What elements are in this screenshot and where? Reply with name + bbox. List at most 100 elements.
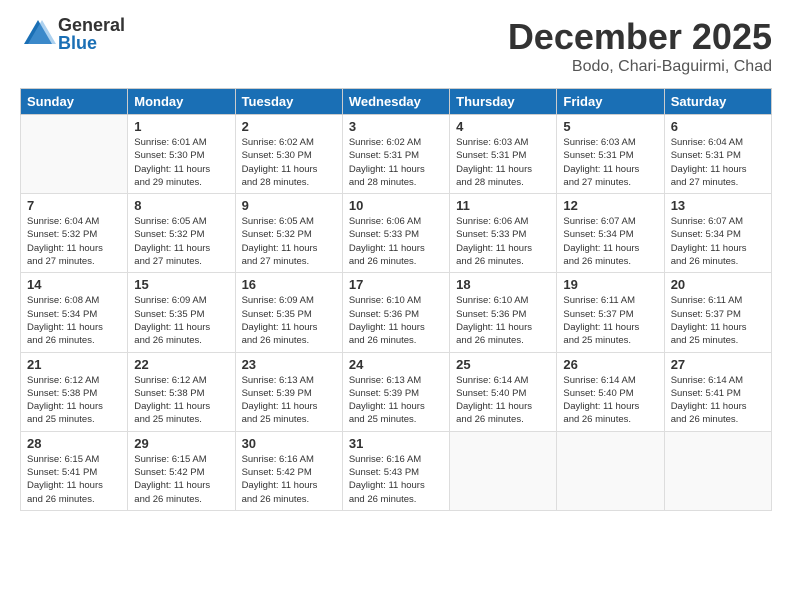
col-header-sunday: Sunday <box>21 89 128 115</box>
calendar-cell: 1 Sunrise: 6:01 AMSunset: 5:30 PMDaylight… <box>128 115 235 194</box>
day-number: 4 <box>456 119 550 134</box>
day-info: Sunrise: 6:16 AMSunset: 5:42 PMDaylight:… <box>242 454 318 505</box>
day-number: 6 <box>671 119 765 134</box>
calendar-table: SundayMondayTuesdayWednesdayThursdayFrid… <box>20 88 772 511</box>
day-number: 30 <box>242 436 336 451</box>
calendar-cell: 22Sunrise: 6:12 AMSunset: 5:38 PMDayligh… <box>128 352 235 431</box>
calendar-cell: 21 Sunrise: 6:12 AMSunset: 5:38 PMDayligh… <box>21 352 128 431</box>
day-number: 2 <box>242 119 336 134</box>
calendar-cell: 3 Sunrise: 6:02 AMSunset: 5:31 PMDaylight… <box>342 115 449 194</box>
day-info: Sunrise: 6:06 AMSunset: 5:33 PMDaylight:… <box>456 216 532 267</box>
calendar-cell: 5 Sunrise: 6:03 AMSunset: 5:31 PMDaylight… <box>557 115 664 194</box>
day-number: 21 <box>27 357 121 372</box>
sub-title: Bodo, Chari-Baguirmi, Chad <box>508 58 772 76</box>
calendar-cell <box>450 431 557 510</box>
calendar-cell <box>21 115 128 194</box>
day-info: Sunrise: 6:13 AMSunset: 5:39 PMDaylight:… <box>242 375 318 426</box>
calendar-cell: 25 Sunrise: 6:14 AMSunset: 5:40 PMDayligh… <box>450 352 557 431</box>
calendar-cell: 19 Sunrise: 6:11 AMSunset: 5:37 PMDayligh… <box>557 273 664 352</box>
logo: General Blue <box>20 16 125 52</box>
day-info: Sunrise: 6:05 AMSunset: 5:32 PMDaylight:… <box>242 216 318 267</box>
calendar-cell: 7Sunrise: 6:04 AMSunset: 5:32 PMDaylight… <box>21 194 128 273</box>
logo-label: General Blue <box>58 16 125 52</box>
day-info: Sunrise: 6:01 AMSunset: 5:30 PMDaylight:… <box>134 137 210 188</box>
calendar-cell: 20 Sunrise: 6:11 AMSunset: 5:37 PMDayligh… <box>664 273 771 352</box>
day-info: Sunrise: 6:11 AMSunset: 5:37 PMDaylight:… <box>563 295 639 346</box>
day-info: Sunrise: 6:14 AMSunset: 5:40 PMDaylight:… <box>563 375 639 426</box>
day-number: 24 <box>349 357 443 372</box>
calendar-week-1: 1 Sunrise: 6:01 AMSunset: 5:30 PMDaylight… <box>21 115 772 194</box>
day-number: 23 <box>242 357 336 372</box>
calendar-cell: 11 Sunrise: 6:06 AMSunset: 5:33 PMDayligh… <box>450 194 557 273</box>
calendar-cell: 27 Sunrise: 6:14 AMSunset: 5:41 PMDayligh… <box>664 352 771 431</box>
calendar-header-row: SundayMondayTuesdayWednesdayThursdayFrid… <box>21 89 772 115</box>
day-number: 1 <box>134 119 228 134</box>
calendar-week-3: 14 Sunrise: 6:08 AMSunset: 5:34 PMDayligh… <box>21 273 772 352</box>
calendar-cell: 12 Sunrise: 6:07 AMSunset: 5:34 PMDayligh… <box>557 194 664 273</box>
day-info: Sunrise: 6:03 AMSunset: 5:31 PMDaylight:… <box>563 137 639 188</box>
day-number: 25 <box>456 357 550 372</box>
day-info: Sunrise: 6:12 AMSunset: 5:38 PMDaylight:… <box>27 375 103 426</box>
col-header-thursday: Thursday <box>450 89 557 115</box>
day-info: Sunrise: 6:11 AMSunset: 5:37 PMDaylight:… <box>671 295 747 346</box>
day-info: Sunrise: 6:07 AMSunset: 5:34 PMDaylight:… <box>671 216 747 267</box>
day-number: 15 <box>134 277 228 292</box>
calendar-cell: 4 Sunrise: 6:03 AMSunset: 5:31 PMDaylight… <box>450 115 557 194</box>
day-info: Sunrise: 6:14 AMSunset: 5:40 PMDaylight:… <box>456 375 532 426</box>
day-number: 18 <box>456 277 550 292</box>
col-header-monday: Monday <box>128 89 235 115</box>
calendar-cell: 16 Sunrise: 6:09 AMSunset: 5:35 PMDayligh… <box>235 273 342 352</box>
logo-general-text: General <box>58 16 125 34</box>
col-header-wednesday: Wednesday <box>342 89 449 115</box>
page: General Blue December 2025 Bodo, Chari-B… <box>0 0 792 612</box>
day-info: Sunrise: 6:16 AMSunset: 5:43 PMDaylight:… <box>349 454 425 505</box>
col-header-friday: Friday <box>557 89 664 115</box>
day-number: 10 <box>349 198 443 213</box>
day-number: 27 <box>671 357 765 372</box>
day-info: Sunrise: 6:15 AMSunset: 5:42 PMDaylight:… <box>134 454 210 505</box>
logo-icon <box>20 16 56 52</box>
day-number: 12 <box>563 198 657 213</box>
calendar-cell: 26Sunrise: 6:14 AMSunset: 5:40 PMDayligh… <box>557 352 664 431</box>
calendar-week-4: 21 Sunrise: 6:12 AMSunset: 5:38 PMDayligh… <box>21 352 772 431</box>
calendar-cell: 17Sunrise: 6:10 AMSunset: 5:36 PMDayligh… <box>342 273 449 352</box>
calendar-cell: 10Sunrise: 6:06 AMSunset: 5:33 PMDayligh… <box>342 194 449 273</box>
calendar-cell: 24Sunrise: 6:13 AMSunset: 5:39 PMDayligh… <box>342 352 449 431</box>
day-info: Sunrise: 6:09 AMSunset: 5:35 PMDaylight:… <box>134 295 210 346</box>
calendar-cell <box>664 431 771 510</box>
calendar-cell: 13 Sunrise: 6:07 AMSunset: 5:34 PMDayligh… <box>664 194 771 273</box>
day-number: 5 <box>563 119 657 134</box>
day-number: 11 <box>456 198 550 213</box>
calendar-cell: 6 Sunrise: 6:04 AMSunset: 5:31 PMDaylight… <box>664 115 771 194</box>
day-number: 19 <box>563 277 657 292</box>
day-number: 8 <box>134 198 228 213</box>
day-info: Sunrise: 6:07 AMSunset: 5:34 PMDaylight:… <box>563 216 639 267</box>
calendar-cell: 18Sunrise: 6:10 AMSunset: 5:36 PMDayligh… <box>450 273 557 352</box>
day-info: Sunrise: 6:08 AMSunset: 5:34 PMDaylight:… <box>27 295 103 346</box>
calendar-cell: 14 Sunrise: 6:08 AMSunset: 5:34 PMDayligh… <box>21 273 128 352</box>
day-info: Sunrise: 6:04 AMSunset: 5:31 PMDaylight:… <box>671 137 747 188</box>
calendar-cell <box>557 431 664 510</box>
day-number: 3 <box>349 119 443 134</box>
day-info: Sunrise: 6:12 AMSunset: 5:38 PMDaylight:… <box>134 375 210 426</box>
calendar-cell: 30 Sunrise: 6:16 AMSunset: 5:42 PMDayligh… <box>235 431 342 510</box>
day-number: 16 <box>242 277 336 292</box>
day-number: 7 <box>27 198 121 213</box>
day-number: 20 <box>671 277 765 292</box>
day-info: Sunrise: 6:14 AMSunset: 5:41 PMDaylight:… <box>671 375 747 426</box>
day-info: Sunrise: 6:05 AMSunset: 5:32 PMDaylight:… <box>134 216 210 267</box>
day-number: 14 <box>27 277 121 292</box>
day-number: 31 <box>349 436 443 451</box>
day-number: 13 <box>671 198 765 213</box>
day-info: Sunrise: 6:02 AMSunset: 5:30 PMDaylight:… <box>242 137 318 188</box>
calendar-cell: 29Sunrise: 6:15 AMSunset: 5:42 PMDayligh… <box>128 431 235 510</box>
calendar-cell: 8 Sunrise: 6:05 AMSunset: 5:32 PMDaylight… <box>128 194 235 273</box>
day-info: Sunrise: 6:09 AMSunset: 5:35 PMDaylight:… <box>242 295 318 346</box>
day-info: Sunrise: 6:03 AMSunset: 5:31 PMDaylight:… <box>456 137 532 188</box>
day-info: Sunrise: 6:02 AMSunset: 5:31 PMDaylight:… <box>349 137 425 188</box>
calendar-cell: 31 Sunrise: 6:16 AMSunset: 5:43 PMDayligh… <box>342 431 449 510</box>
day-info: Sunrise: 6:10 AMSunset: 5:36 PMDaylight:… <box>349 295 425 346</box>
header: General Blue December 2025 Bodo, Chari-B… <box>20 16 772 76</box>
col-header-tuesday: Tuesday <box>235 89 342 115</box>
day-number: 28 <box>27 436 121 451</box>
